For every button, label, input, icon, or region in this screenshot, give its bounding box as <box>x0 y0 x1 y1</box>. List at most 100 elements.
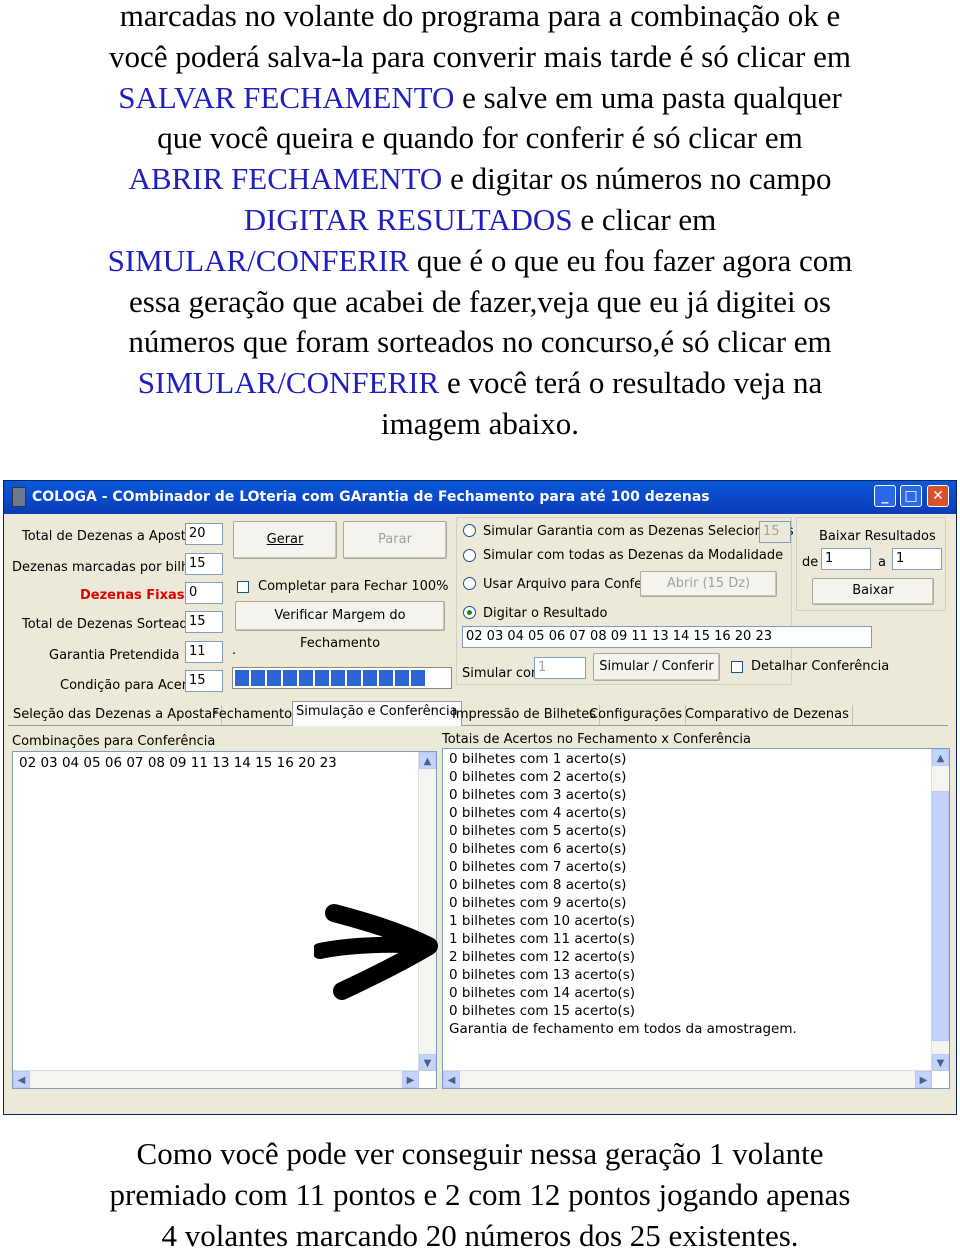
dezenas-sorteadas-input[interactable]: 15 <box>185 611 223 633</box>
total-dezenas-label: Total de Dezenas a Apostar <box>22 529 200 544</box>
intro-line: ABRIR FECHAMENTO e digitar os números no… <box>0 159 960 200</box>
de-label: de <box>802 555 819 570</box>
parar-button[interactable]: Parar <box>343 521 447 559</box>
radio-simular-selecionadas[interactable] <box>463 524 476 537</box>
list-item[interactable]: 0 bilhetes com 14 acerto(s) <box>449 985 635 1001</box>
list-item[interactable]: 0 bilhetes com 7 acerto(s) <box>449 859 626 875</box>
progress-bar <box>232 667 452 689</box>
horizontal-scrollbar[interactable]: ◀ ▶ <box>13 1070 419 1088</box>
usar-arquivo-label: Usar Arquivo para Conferir <box>483 577 657 592</box>
scroll-right-icon[interactable]: ▶ <box>402 1071 419 1088</box>
radio-digitar-resultado[interactable] <box>463 606 476 619</box>
intro-line: SIMULAR/CONFERIR e você terá o resultado… <box>0 363 960 404</box>
baixar-button[interactable]: Baixar <box>812 578 934 605</box>
list-item[interactable]: 1 bilhetes com 11 acerto(s) <box>449 931 635 947</box>
scroll-left-icon[interactable]: ◀ <box>13 1071 30 1088</box>
de-input[interactable]: 1 <box>821 548 871 570</box>
condicao-acerto-label: Condição para Acerto <box>60 678 201 693</box>
total-dezenas-input[interactable]: 20 <box>185 523 223 545</box>
radio-usar-arquivo[interactable] <box>463 577 476 590</box>
dezenas-por-bilhete-input[interactable]: 15 <box>185 553 223 575</box>
list-item[interactable]: 1 bilhetes com 10 acerto(s) <box>449 913 635 929</box>
list-item[interactable]: 0 bilhetes com 3 acerto(s) <box>449 787 626 803</box>
intro-line: que você queira e quando for conferir é … <box>157 120 803 156</box>
list-item[interactable]: 0 bilhetes com 4 acerto(s) <box>449 805 626 821</box>
conclusion-line: Como você pode ver conseguir nessa geraç… <box>136 1136 824 1171</box>
intro-line: essa geração que acabei de fazer,veja qu… <box>129 283 831 319</box>
baixar-resultados-label: Baixar Resultados <box>819 529 936 544</box>
list-item[interactable]: 0 bilhetes com 1 acerto(s) <box>449 751 626 767</box>
list-item[interactable]: 0 bilhetes com 5 acerto(s) <box>449 823 626 839</box>
tab-strip: Seleção das Dezenas a Apostar Fechamento… <box>8 701 948 726</box>
condicao-acerto-input[interactable]: 15 <box>185 670 223 692</box>
scroll-thumb[interactable] <box>932 791 949 1041</box>
minimize-button[interactable]: _ <box>874 485 896 507</box>
intro-line-text: e salve em uma pasta qualquer <box>454 79 842 115</box>
maximize-button[interactable]: □ <box>900 485 922 507</box>
scroll-up-icon[interactable]: ▲ <box>419 752 436 769</box>
tab-comparativo-dezenas[interactable]: Comparativo de Dezenas <box>682 705 853 725</box>
scroll-up-icon[interactable]: ▲ <box>932 749 949 766</box>
tab-simulacao-conferencia[interactable]: Simulação e Conferência <box>292 701 462 726</box>
simular-selecionadas-label: Simular Garantia com as Dezenas Selecion… <box>483 524 794 539</box>
totais-acertos-title: Totais de Acertos no Fechamento x Confer… <box>442 732 751 747</box>
totais-acertos-list[interactable]: 0 bilhetes com 1 acerto(s) 0 bilhetes com… <box>442 748 950 1089</box>
progress-segment <box>283 670 297 686</box>
list-item[interactable]: 2 bilhetes com 12 acerto(s) <box>449 949 635 965</box>
ref-simular-conferir: SIMULAR/CONFERIR <box>137 365 440 401</box>
list-item[interactable]: 0 bilhetes com 2 acerto(s) <box>449 769 626 785</box>
scroll-down-icon[interactable]: ▼ <box>419 1054 436 1071</box>
close-button[interactable]: ✕ <box>927 485 949 507</box>
a-input[interactable]: 1 <box>892 548 942 570</box>
vertical-scrollbar[interactable]: ▲ ▼ <box>931 749 949 1071</box>
list-item[interactable]: 0 bilhetes com 15 acerto(s) <box>449 1003 635 1019</box>
simular-conferir-button[interactable]: Simular / Conferir <box>593 653 720 681</box>
intro-line-text: e digitar os números no campo <box>442 161 832 197</box>
scroll-right-icon[interactable]: ▶ <box>915 1071 932 1088</box>
title-bar[interactable]: COLOGA - COmbinador de LOteria com GAran… <box>4 481 956 514</box>
garantia-input[interactable]: 11 <box>185 641 223 663</box>
conclusion-line: 4 volantes marcando 20 números dos 25 ex… <box>161 1217 799 1253</box>
ref-salvar-fechamento: SALVAR FECHAMENTO <box>118 79 455 115</box>
intro-line: imagem abaixo. <box>381 405 579 441</box>
verificar-margem-button[interactable]: Verificar Margem do Fechamento <box>235 601 445 651</box>
scroll-down-icon[interactable]: ▼ <box>932 1054 949 1071</box>
garantia-label: Garantia Pretendida >= <box>49 648 206 663</box>
scroll-left-icon[interactable]: ◀ <box>443 1071 460 1088</box>
detalhar-checkbox[interactable] <box>731 661 743 673</box>
list-item[interactable]: 02 03 04 05 06 07 08 09 11 13 14 15 16 2… <box>19 755 337 771</box>
horizontal-scrollbar[interactable]: ◀ ▶ <box>443 1070 932 1088</box>
conclusion-paragraph: Como você pode ver conseguir nessa geraç… <box>0 1134 960 1256</box>
progress-segment <box>251 670 265 686</box>
completar-checkbox[interactable] <box>237 581 249 593</box>
simular-com-input[interactable]: 1 <box>534 657 586 679</box>
list-item[interactable]: 0 bilhetes com 6 acerto(s) <box>449 841 626 857</box>
tab-selecao-dezenas[interactable]: Seleção das Dezenas a Apostar <box>10 705 222 725</box>
list-item[interactable]: Garantia de fechamento em todos da amost… <box>449 1021 797 1037</box>
gerar-button[interactable]: Gerar <box>233 521 337 559</box>
list-item[interactable]: 0 bilhetes com 8 acerto(s) <box>449 877 626 893</box>
ref-digitar-resultados: DIGITAR RESULTADOS <box>243 201 573 237</box>
conclusion-line: premiado com 11 pontos e 2 com 12 pontos… <box>109 1176 851 1212</box>
list-item[interactable]: 0 bilhetes com 9 acerto(s) <box>449 895 626 911</box>
radio-simular-todas[interactable] <box>463 549 476 562</box>
list-item[interactable]: 0 bilhetes com 13 acerto(s) <box>449 967 635 983</box>
tab-impressao-bilhetes[interactable]: Impressão de Bilhetes <box>449 705 601 725</box>
dezenas-selecionadas-input[interactable]: 15 <box>759 521 791 543</box>
app-window: COLOGA - COmbinador de LOteria com GAran… <box>3 480 957 1115</box>
intro-line: você poderá salva-la para converir mais … <box>109 38 851 74</box>
intro-line: SIMULAR/CONFERIR que é o que eu fou faze… <box>0 241 960 282</box>
intro-line-text: que é o que eu fou fazer agora com <box>409 242 853 278</box>
resultado-input[interactable]: 02 03 04 05 06 07 08 09 11 13 14 15 16 2… <box>462 626 872 648</box>
simular-todas-label: Simular com todas as Dezenas da Modalida… <box>483 548 784 563</box>
tab-configuracoes[interactable]: Configurações <box>586 705 687 725</box>
intro-line: marcadas no volante do programa para a c… <box>119 0 841 33</box>
progress-segment <box>299 670 313 686</box>
progress-segment <box>411 670 425 686</box>
progress-segment <box>395 670 409 686</box>
dezenas-sorteadas-label: Total de Dezenas Sorteadas <box>22 617 203 632</box>
arrow-annotation-icon <box>314 904 438 1000</box>
abrir-button[interactable]: Abrir (15 Dz) <box>640 571 777 597</box>
tab-fechamento[interactable]: Fechamento <box>209 705 297 725</box>
dezenas-fixas-input[interactable]: 0 <box>185 582 223 604</box>
